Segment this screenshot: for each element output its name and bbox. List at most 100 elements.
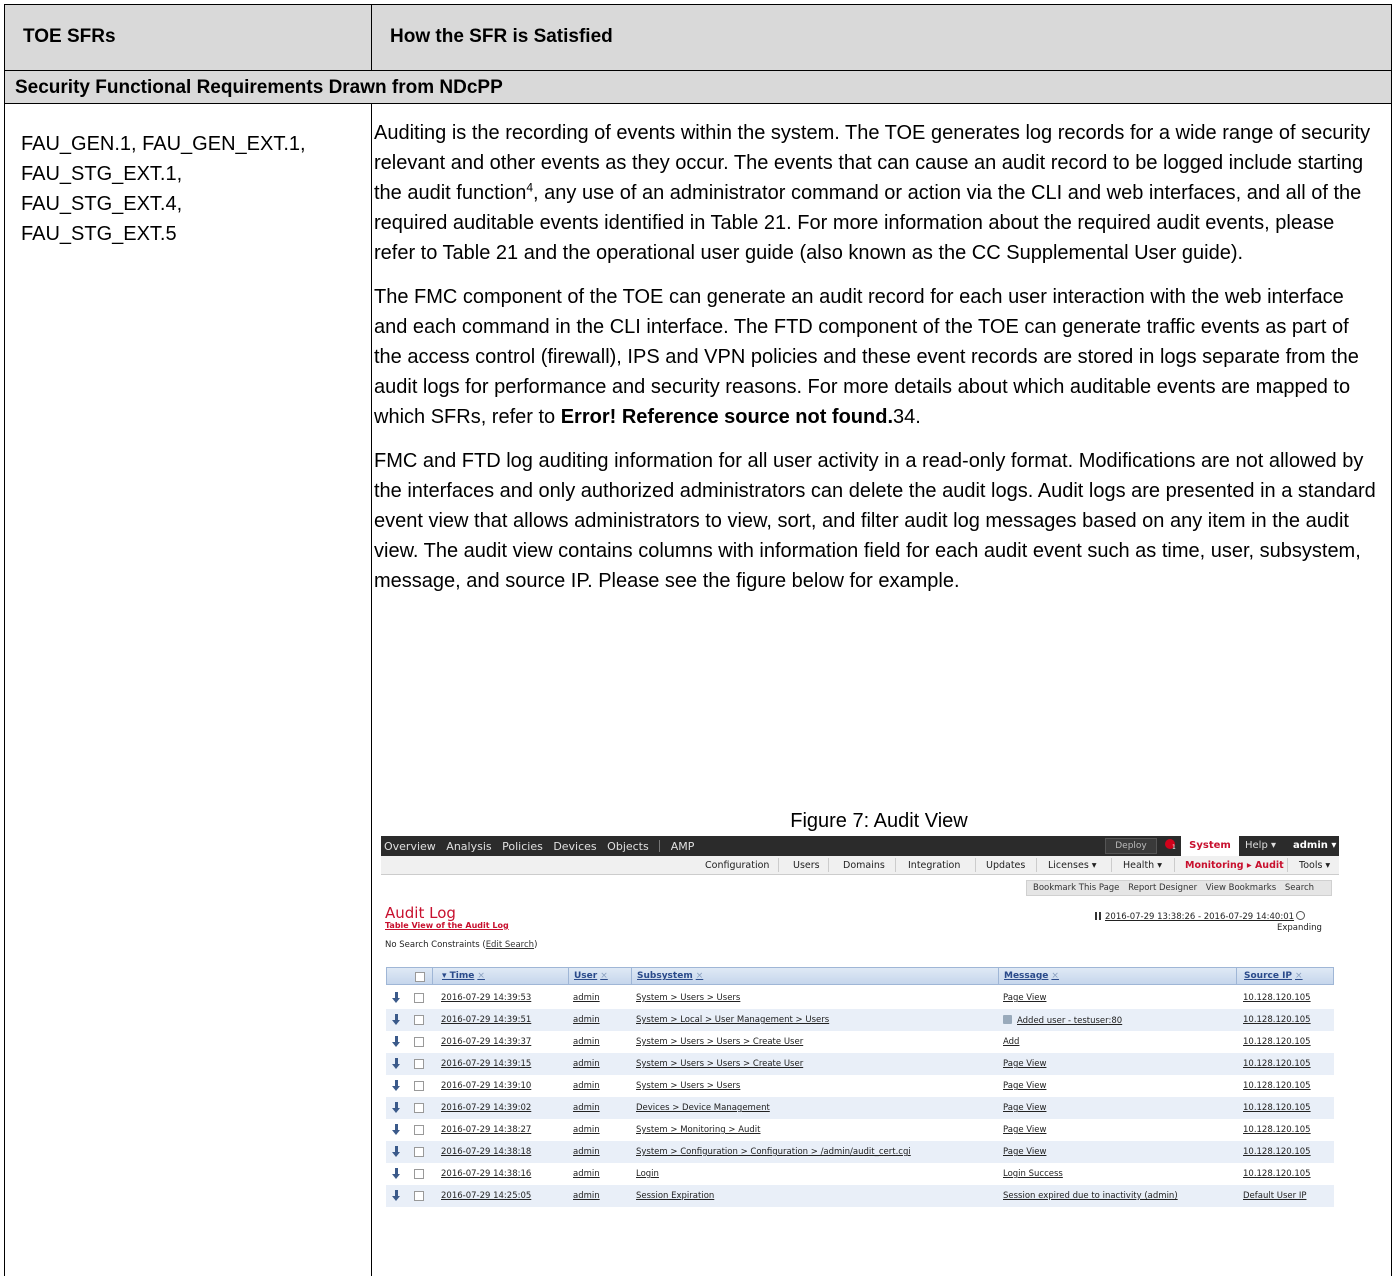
remove-column-icon[interactable]: ×	[1051, 971, 1059, 981]
row-user[interactable]: admin	[573, 1037, 600, 1047]
row-user[interactable]: admin	[573, 1103, 600, 1113]
row-user[interactable]: admin	[573, 1191, 600, 1201]
bookmark-this-page-link[interactable]: Bookmark This Page	[1033, 883, 1119, 893]
row-time[interactable]: 2016-07-29 14:25:05	[441, 1191, 531, 1201]
search-link[interactable]: Search	[1285, 883, 1314, 893]
remove-column-icon[interactable]: ×	[600, 971, 608, 981]
row-subsystem[interactable]: Devices > Device Management	[636, 1103, 770, 1113]
row-source-ip[interactable]: 10.128.120.105	[1243, 1015, 1311, 1025]
col-source-ip-label[interactable]: Source IP	[1244, 971, 1292, 981]
row-message[interactable]: Page View	[1003, 1103, 1046, 1113]
col-user-label[interactable]: User	[574, 971, 597, 981]
nav-overview[interactable]: Overview	[384, 840, 436, 853]
row-source-ip[interactable]: 10.128.120.105	[1243, 1059, 1311, 1069]
row-message[interactable]: Page View	[1003, 1059, 1046, 1069]
remove-column-icon[interactable]: ×	[1295, 971, 1303, 981]
col-user[interactable]: User ×	[574, 971, 608, 981]
row-source-ip[interactable]: 10.128.120.105	[1243, 1081, 1311, 1091]
row-time[interactable]: 2016-07-29 14:39:53	[441, 993, 531, 1003]
row-source-ip[interactable]: 10.128.120.105	[1243, 1147, 1311, 1157]
row-time[interactable]: 2016-07-29 14:39:15	[441, 1059, 531, 1069]
admin-menu[interactable]: admin ▾	[1293, 840, 1336, 851]
row-message[interactable]: Added user - testuser:80	[1017, 1016, 1122, 1026]
nav-amp[interactable]: AMP	[671, 840, 695, 853]
subnav-integration[interactable]: Integration	[908, 860, 960, 871]
col-subsystem-label[interactable]: Subsystem	[637, 971, 693, 981]
row-source-ip[interactable]: 10.128.120.105	[1243, 1125, 1311, 1135]
time-range-link[interactable]: 2016-07-29 13:38:26 - 2016-07-29 14:40:0…	[1105, 912, 1294, 922]
row-subsystem[interactable]: System > Configuration > Configuration >…	[636, 1147, 911, 1157]
row-user[interactable]: admin	[573, 1015, 600, 1025]
row-checkbox[interactable]	[414, 1103, 424, 1113]
row-subsystem[interactable]: System > Users > Users > Create User	[636, 1059, 803, 1069]
col-message[interactable]: Message ×	[1004, 971, 1059, 981]
row-user[interactable]: admin	[573, 1169, 600, 1179]
row-source-ip[interactable]: 10.128.120.105	[1243, 1103, 1311, 1113]
subnav-configuration[interactable]: Configuration	[705, 860, 769, 871]
row-subsystem[interactable]: System > Users > Users	[636, 993, 740, 1003]
system-menu[interactable]: System	[1181, 836, 1239, 856]
row-subsystem[interactable]: System > Monitoring > Audit	[636, 1125, 761, 1135]
row-subsystem[interactable]: Session Expiration	[636, 1191, 714, 1201]
row-subsystem[interactable]: Login	[636, 1169, 659, 1179]
subnav-licenses[interactable]: Licenses ▾	[1048, 860, 1097, 871]
row-user[interactable]: admin	[573, 1147, 600, 1157]
row-message[interactable]: Page View	[1003, 1081, 1046, 1091]
row-source-ip[interactable]: 10.128.120.105	[1243, 993, 1311, 1003]
drill-down-arrow-icon[interactable]	[392, 1168, 400, 1179]
row-checkbox[interactable]	[414, 1191, 424, 1201]
drill-down-arrow-icon[interactable]	[392, 1102, 400, 1113]
row-message[interactable]: Login Success	[1003, 1169, 1063, 1179]
drill-down-arrow-icon[interactable]	[392, 1124, 400, 1135]
row-source-ip[interactable]: 10.128.120.105	[1243, 1169, 1311, 1179]
row-checkbox[interactable]	[414, 1059, 424, 1069]
row-source-ip[interactable]: 10.128.120.105	[1243, 1037, 1311, 1047]
help-menu[interactable]: Help ▾	[1245, 840, 1276, 851]
row-time[interactable]: 2016-07-29 14:38:16	[441, 1169, 531, 1179]
col-message-label[interactable]: Message	[1004, 971, 1048, 981]
drill-down-arrow-icon[interactable]	[392, 1058, 400, 1069]
row-user[interactable]: admin	[573, 1059, 600, 1069]
drill-down-arrow-icon[interactable]	[392, 1190, 400, 1201]
row-message[interactable]: Page View	[1003, 1125, 1046, 1135]
clock-icon[interactable]	[1296, 911, 1306, 920]
row-subsystem[interactable]: System > Users > Users > Create User	[636, 1037, 803, 1047]
row-message[interactable]: Add	[1003, 1037, 1019, 1047]
view-bookmarks-link[interactable]: View Bookmarks	[1206, 883, 1276, 893]
drill-down-arrow-icon[interactable]	[392, 1036, 400, 1047]
row-time[interactable]: 2016-07-29 14:39:02	[441, 1103, 531, 1113]
row-message[interactable]: Page View	[1003, 993, 1046, 1003]
row-user[interactable]: admin	[573, 1125, 600, 1135]
remove-column-icon[interactable]: ×	[477, 971, 485, 981]
nav-policies[interactable]: Policies	[502, 840, 543, 853]
row-checkbox[interactable]	[414, 993, 424, 1003]
subnav-tools[interactable]: Tools ▾	[1299, 860, 1330, 871]
row-subsystem[interactable]: System > Users > Users	[636, 1081, 740, 1091]
row-time[interactable]: 2016-07-29 14:38:27	[441, 1125, 531, 1135]
row-checkbox[interactable]	[414, 1125, 424, 1135]
row-subsystem[interactable]: System > Local > User Management > Users	[636, 1015, 829, 1025]
row-checkbox[interactable]	[414, 1147, 424, 1157]
drill-down-arrow-icon[interactable]	[392, 992, 400, 1003]
col-subsystem[interactable]: Subsystem ×	[637, 971, 703, 981]
row-time[interactable]: 2016-07-29 14:38:18	[441, 1147, 531, 1157]
row-checkbox[interactable]	[414, 1015, 424, 1025]
row-user[interactable]: admin	[573, 993, 600, 1003]
col-source-ip[interactable]: Source IP ×	[1244, 971, 1303, 981]
row-checkbox[interactable]	[414, 1169, 424, 1179]
row-time[interactable]: 2016-07-29 14:39:51	[441, 1015, 531, 1025]
nav-devices[interactable]: Devices	[553, 840, 596, 853]
report-designer-link[interactable]: Report Designer	[1128, 883, 1197, 893]
drill-down-arrow-icon[interactable]	[392, 1146, 400, 1157]
subnav-domains[interactable]: Domains	[843, 860, 885, 871]
table-view-link[interactable]: Table View of the Audit Log	[385, 921, 509, 930]
drill-down-arrow-icon[interactable]	[392, 1014, 400, 1025]
remove-column-icon[interactable]: ×	[696, 971, 704, 981]
subnav-health[interactable]: Health ▾	[1123, 860, 1162, 871]
select-all-checkbox[interactable]	[415, 972, 425, 982]
row-source-ip[interactable]: Default User IP	[1243, 1191, 1306, 1201]
row-message[interactable]: Session expired due to inactivity (admin…	[1003, 1191, 1178, 1201]
col-time-label[interactable]: ▾ Time	[442, 971, 474, 981]
subnav-monitoring-audit[interactable]: Monitoring ▸ Audit	[1185, 860, 1284, 871]
col-time[interactable]: ▾ Time ×	[442, 971, 485, 981]
